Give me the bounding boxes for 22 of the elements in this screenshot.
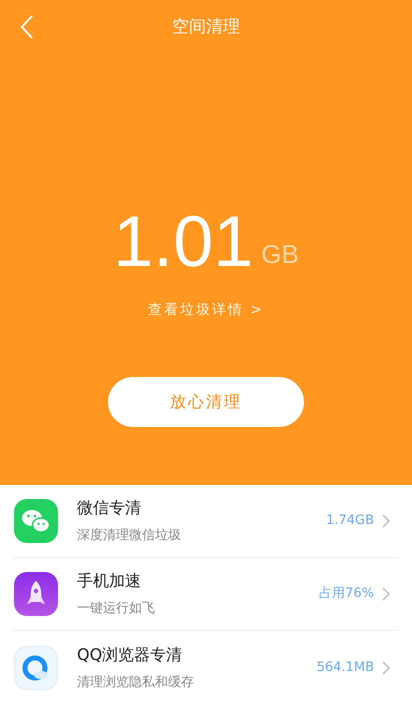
item-subtitle: 一键运行如飞 (77, 600, 156, 618)
size-unit: GB (261, 238, 299, 271)
rocket-icon (14, 572, 58, 616)
item-title: 手机加速 (77, 570, 142, 592)
item-title: QQ浏览器专清 (77, 644, 184, 666)
list-item[interactable]: 手机加速 一键运行如飞 占用76% (14, 558, 398, 631)
item-title: 微信专清 (77, 497, 142, 520)
item-subtitle: 深度清理微信垃圾 (77, 527, 182, 546)
item-value: 1.74GB (326, 512, 374, 530)
junk-size: 1.01 (113, 206, 254, 278)
chevron-right-icon (382, 587, 390, 601)
chat-bubbles-icon (14, 499, 58, 543)
chevron-right-icon (382, 660, 390, 674)
browser-icon (14, 646, 58, 690)
item-value: 564.1MB (316, 658, 374, 677)
item-subtitle: 清理浏览隐私和缓存 (77, 674, 195, 692)
item-value: 占用76% (319, 585, 374, 604)
list-item[interactable]: QQ浏览器专清 清理浏览隐私和缓存 564.1MB (14, 631, 398, 704)
page-title: 空间清理 (172, 16, 240, 40)
chevron-right-icon (382, 514, 390, 528)
list-item[interactable]: 微信专清 深度清理微信垃圾 1.74GB (14, 485, 398, 558)
back-icon[interactable] (20, 14, 34, 40)
